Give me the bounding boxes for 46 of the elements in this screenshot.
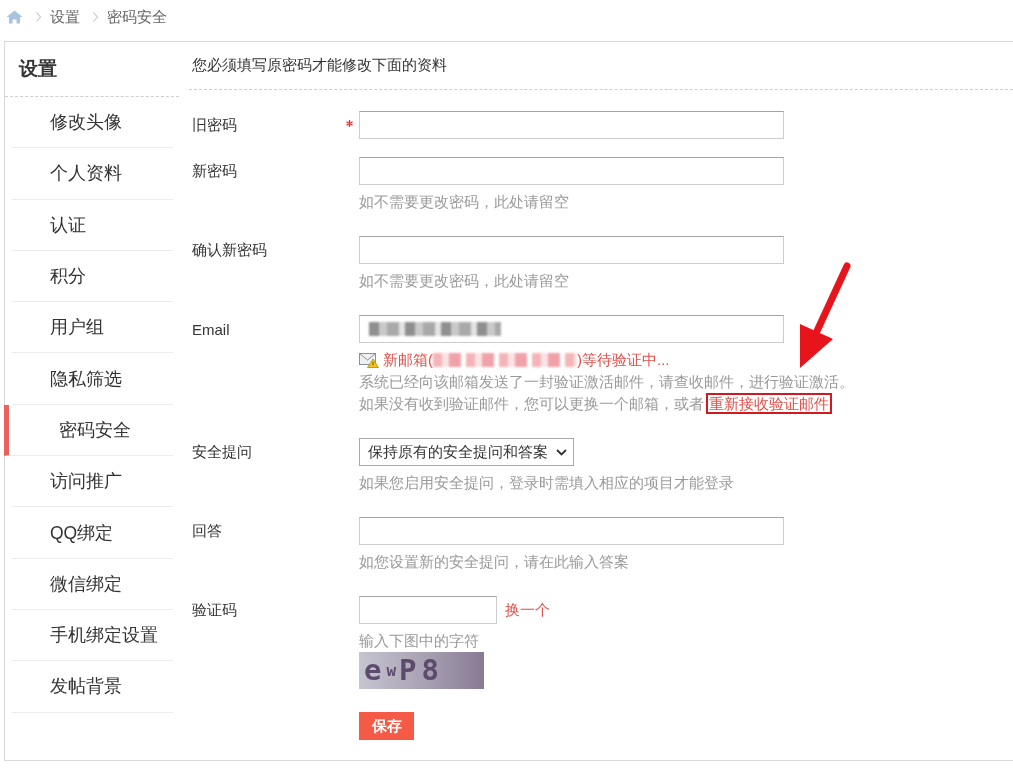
status-text: 新邮箱(: [383, 350, 433, 370]
home-icon[interactable]: [6, 10, 23, 24]
refresh-link[interactable]: 换一个: [505, 600, 550, 620]
sidebar-title: 设置: [5, 42, 179, 97]
breadcrumb-current: 密码安全: [107, 7, 167, 27]
captcha-image: e$^{w}$P8: [359, 652, 484, 689]
resend-link[interactable]: 重新接收验证邮件: [706, 393, 832, 414]
field-label: 验证码: [192, 600, 237, 620]
field-label: 旧密码: [192, 115, 237, 135]
hint-text: 输入下图中的字符: [359, 631, 479, 651]
input-field[interactable]: [359, 236, 784, 264]
sidebar-item[interactable]: 手机绑定设置: [12, 609, 173, 662]
input-field[interactable]: [359, 157, 784, 185]
sidebar-item[interactable]: 发帖背景: [12, 661, 173, 713]
field-label: 回答: [192, 521, 222, 541]
notice-text: 您必须填写原密码才能修改下面的资料: [191, 56, 447, 75]
sidebar-item[interactable]: 访问推广: [12, 456, 173, 508]
sidebar-item[interactable]: 个人资料: [12, 148, 173, 200]
info-text: 系统已经向该邮箱发送了一封验证激活邮件，请查收邮件，进行验证激活。: [359, 372, 854, 392]
sidebar-item[interactable]: 认证: [12, 199, 173, 251]
sidebar-item[interactable]: 隐私筛选: [12, 353, 173, 405]
chevron-icon: [36, 12, 41, 22]
field-label: 安全提问: [192, 442, 252, 462]
question-select[interactable]: 保持原有的安全提问和答案: [359, 438, 574, 466]
hint-text: 如不需要更改密码，此处请留空: [359, 192, 569, 212]
sidebar-item[interactable]: 微信绑定: [12, 558, 173, 610]
captcha-field[interactable]: [359, 596, 497, 624]
sidebar-item[interactable]: 用户组: [12, 302, 173, 354]
resend-note: 如果没有收到验证邮件，您可以更换一个邮箱，或者 重新接收验证邮件: [359, 393, 854, 415]
sidebar-item[interactable]: 修改头像: [12, 97, 173, 149]
sidebar-item[interactable]: QQ绑定: [12, 507, 173, 559]
input-field[interactable]: [359, 111, 784, 139]
caret-icon: [556, 448, 567, 456]
hint-text: 如不需要更改密码，此处请留空: [359, 271, 569, 291]
sidebar-item[interactable]: 密码安全: [4, 404, 173, 457]
hint-text: 如果您启用安全提问，登录时需填入相应的项目才能登录: [359, 473, 734, 493]
field-label: 新密码: [192, 161, 237, 181]
sidebar-item[interactable]: 积分: [12, 250, 173, 303]
breadcrumb-link[interactable]: 设置: [50, 7, 80, 27]
mail-warning-icon: [359, 352, 379, 368]
chevron-icon: [93, 12, 98, 22]
field-label: Email: [192, 320, 230, 338]
hint-text: 如您设置新的安全提问，请在此输入答案: [359, 552, 629, 572]
input-field[interactable]: [359, 517, 784, 545]
status-text: )等待验证中...: [577, 350, 670, 370]
field-label: 确认新密码: [192, 240, 267, 260]
